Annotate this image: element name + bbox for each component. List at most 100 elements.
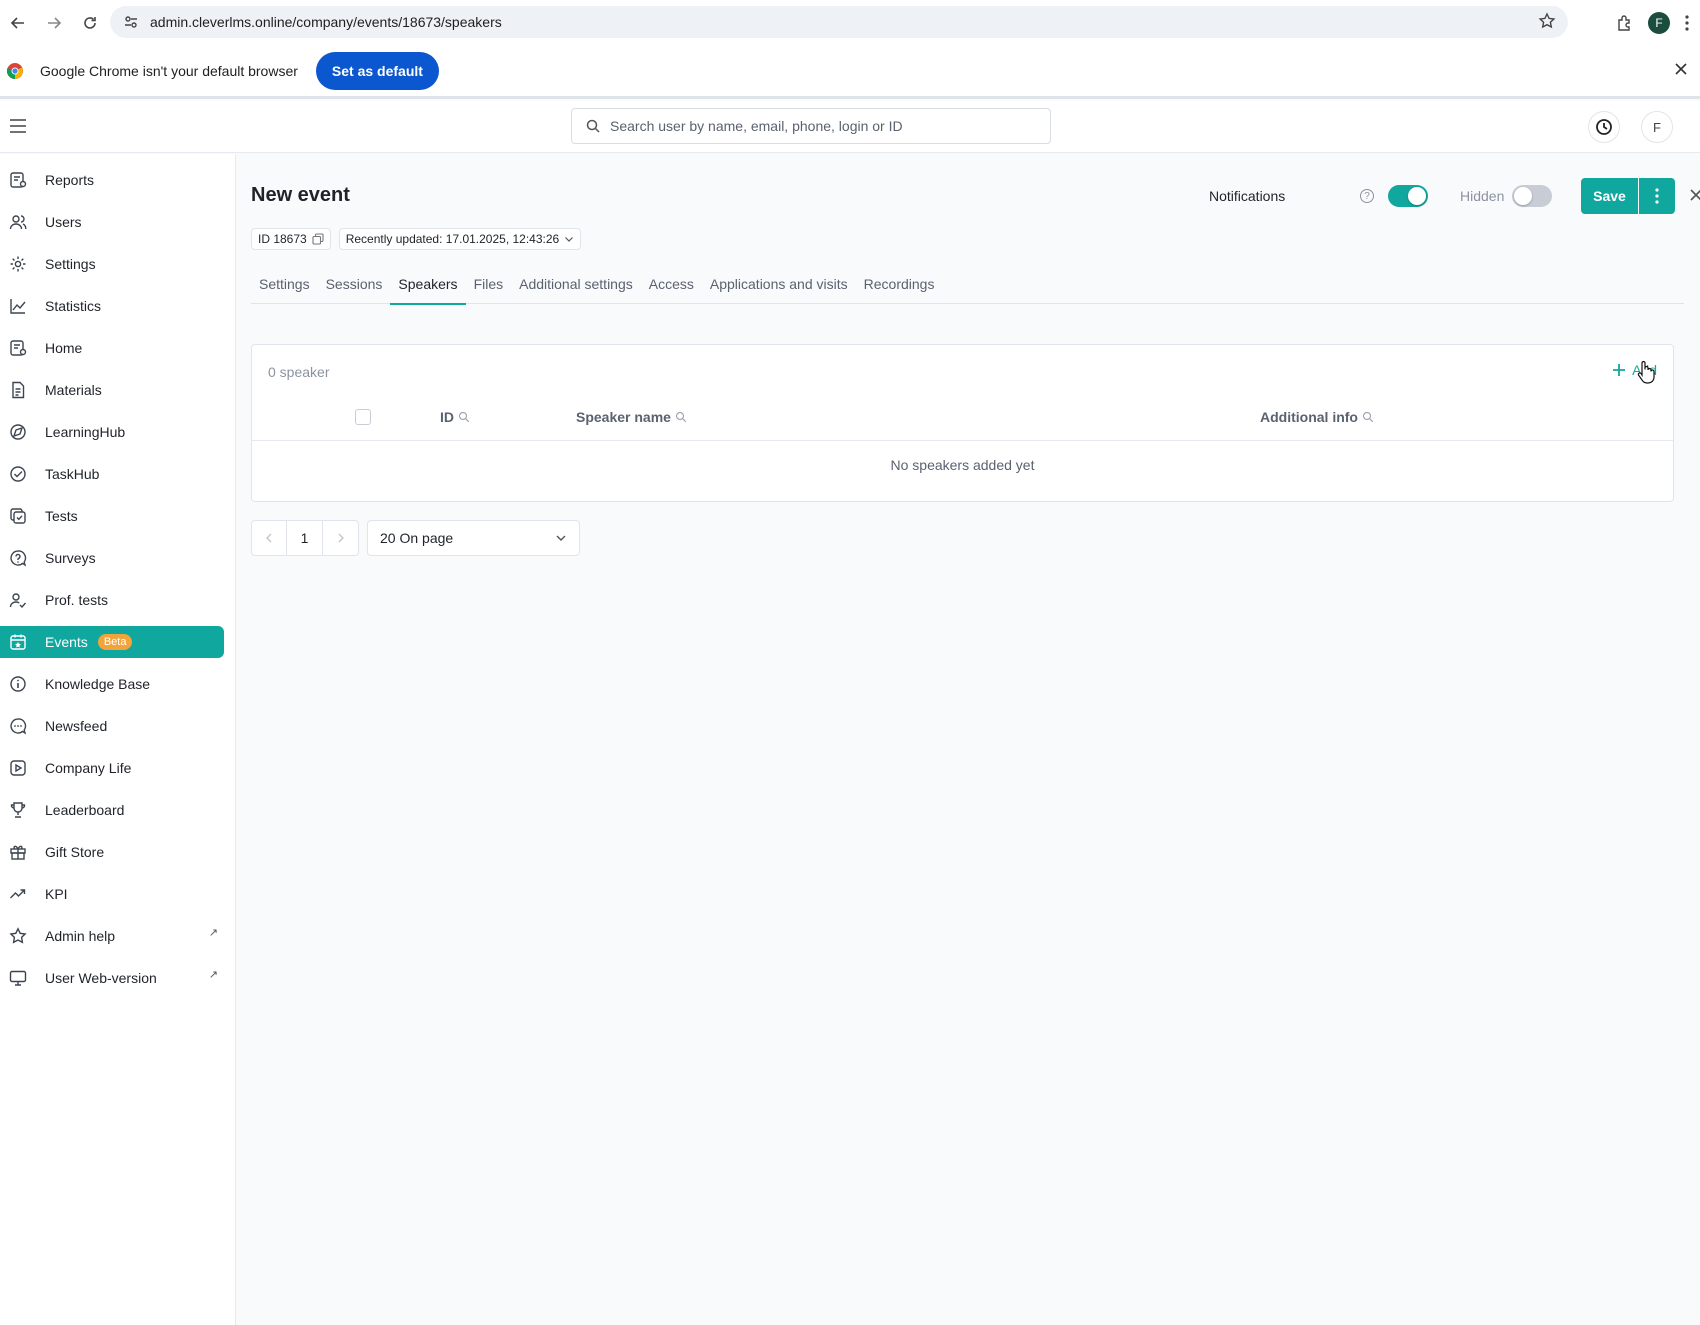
tests-icon: [0, 507, 36, 525]
page-title: New event: [251, 184, 350, 206]
bookmark-star-icon[interactable]: [1538, 12, 1556, 30]
sidebar-item-events[interactable]: Events Beta: [0, 626, 224, 658]
notifications-toggle[interactable]: [1388, 185, 1428, 207]
event-meta: ID 18673 Recently updated: 17.01.2025, 1…: [251, 228, 582, 250]
speakers-panel: 0 speaker Add ID Speaker name Additional…: [251, 344, 1674, 502]
set-default-button[interactable]: Set as default: [315, 51, 439, 90]
search-icon: [458, 411, 470, 423]
close-icon[interactable]: [1688, 187, 1700, 203]
extensions-icon[interactable]: [1616, 14, 1634, 32]
star-icon: [0, 927, 36, 945]
external-link-icon: ↗: [208, 927, 218, 939]
info-icon: [0, 675, 36, 693]
user-avatar[interactable]: F: [1641, 111, 1673, 143]
select-all-checkbox[interactable]: [355, 409, 371, 425]
search-icon: [675, 411, 687, 423]
users-icon: [0, 213, 36, 231]
recently-updated-dropdown[interactable]: Recently updated: 17.01.2025, 12:43:26: [338, 228, 582, 250]
plus-icon: [1613, 364, 1626, 376]
close-icon[interactable]: [1674, 62, 1688, 76]
search-icon: [586, 119, 600, 133]
sidebar-item-gift-store[interactable]: Gift Store: [0, 836, 224, 868]
per-page-select[interactable]: 20 On page: [367, 520, 580, 556]
chevron-right-icon: [338, 533, 344, 543]
notifications-label: Notifications: [1209, 188, 1286, 204]
sidebar-item-tests[interactable]: Tests: [0, 500, 224, 532]
sidebar-item-admin-help[interactable]: Admin help ↗: [0, 920, 224, 952]
speaker-count: 0 speaker: [268, 364, 330, 380]
sidebar-item-leaderboard[interactable]: Leaderboard: [0, 794, 224, 826]
back-icon[interactable]: [0, 5, 36, 41]
user-search-box: [571, 108, 1051, 144]
more-options-button[interactable]: [1639, 178, 1675, 214]
per-page-value: 20 On page: [380, 530, 454, 546]
tab-access[interactable]: Access: [641, 264, 702, 304]
trophy-icon: [0, 801, 36, 819]
user-check-icon: [0, 591, 36, 609]
tab-sessions[interactable]: Sessions: [318, 264, 391, 304]
sidebar-item-users[interactable]: Users: [0, 206, 224, 238]
sidebar-item-home[interactable]: Home: [0, 332, 224, 364]
chevron-left-icon: [266, 533, 272, 543]
reports-icon: [0, 171, 36, 189]
beta-badge: Beta: [97, 634, 133, 650]
sidebar-item-taskhub[interactable]: TaskHub: [0, 458, 224, 490]
reload-icon[interactable]: [72, 5, 108, 41]
sidebar-item-user-web-version[interactable]: User Web-version ↗: [0, 962, 224, 994]
event-tabs: Settings Sessions Speakers Files Additio…: [251, 264, 1684, 305]
chrome-logo-icon: [6, 62, 24, 80]
sidebar-item-company-life[interactable]: Company Life: [0, 752, 224, 784]
browser-profile-avatar[interactable]: F: [1648, 11, 1670, 34]
chat-icon: [0, 717, 36, 735]
sidebar-item-materials[interactable]: Materials: [0, 374, 224, 406]
address-bar[interactable]: admin.cleverlms.online/company/events/18…: [110, 6, 1568, 38]
sidebar-item-learninghub[interactable]: LearningHub: [0, 416, 224, 448]
monitor-icon: [0, 969, 36, 987]
tab-settings[interactable]: Settings: [251, 264, 318, 304]
tab-recordings[interactable]: Recordings: [856, 264, 943, 304]
sidebar-item-newsfeed[interactable]: Newsfeed: [0, 710, 224, 742]
infobar-message: Google Chrome isn't your default browser: [40, 62, 298, 79]
chart-icon: [0, 297, 36, 315]
play-icon: [0, 759, 36, 777]
hidden-toggle[interactable]: [1512, 185, 1552, 207]
empty-state: No speakers added yet: [890, 457, 1035, 473]
event-id-pill[interactable]: ID 18673: [251, 228, 331, 250]
next-page-button[interactable]: [323, 520, 359, 556]
calendar-icon: [0, 633, 36, 651]
url-text: admin.cleverlms.online/company/events/18…: [150, 14, 502, 30]
search-input[interactable]: [610, 118, 1010, 134]
sidebar-item-prof-tests[interactable]: Prof. tests: [0, 584, 224, 616]
sidebar-item-kpi[interactable]: KPI: [0, 878, 224, 910]
tab-additional-settings[interactable]: Additional settings: [511, 264, 641, 304]
hamburger-menu-icon[interactable]: [8, 117, 28, 135]
sidebar-item-reports[interactable]: Reports: [0, 164, 224, 196]
chevron-down-icon: [564, 234, 574, 244]
column-id[interactable]: ID: [440, 409, 470, 425]
column-speaker-name[interactable]: Speaker name: [576, 409, 687, 425]
tab-speakers[interactable]: Speakers: [390, 264, 466, 305]
browser-menu-icon[interactable]: [1684, 14, 1690, 32]
tab-files[interactable]: Files: [466, 264, 512, 304]
save-button[interactable]: Save: [1581, 178, 1638, 214]
sidebar-item-knowledge-base[interactable]: Knowledge Base: [0, 668, 224, 700]
site-settings-icon[interactable]: [116, 14, 146, 30]
question-bubble-icon: [0, 549, 36, 567]
prev-page-button[interactable]: [251, 520, 287, 556]
sidebar-item-surveys[interactable]: Surveys: [0, 542, 224, 574]
gear-icon: [0, 255, 36, 273]
forward-icon[interactable]: [36, 5, 72, 41]
table-header: ID Speaker name Additional info: [252, 393, 1673, 441]
tab-applications-and-visits[interactable]: Applications and visits: [702, 264, 856, 304]
column-additional-info[interactable]: Additional info: [1260, 409, 1374, 425]
browser-toolbar: admin.cleverlms.online/company/events/18…: [0, 0, 1700, 45]
hidden-label: Hidden: [1460, 188, 1505, 204]
page-number[interactable]: 1: [287, 520, 323, 556]
history-clock-icon[interactable]: [1588, 111, 1620, 143]
copy-icon[interactable]: [312, 233, 324, 245]
hand-cursor-icon: [1636, 360, 1656, 384]
sidebar-item-statistics[interactable]: Statistics: [0, 290, 224, 322]
compass-icon: [0, 423, 36, 441]
help-icon[interactable]: ?: [1360, 189, 1374, 203]
sidebar-item-settings[interactable]: Settings: [0, 248, 224, 280]
